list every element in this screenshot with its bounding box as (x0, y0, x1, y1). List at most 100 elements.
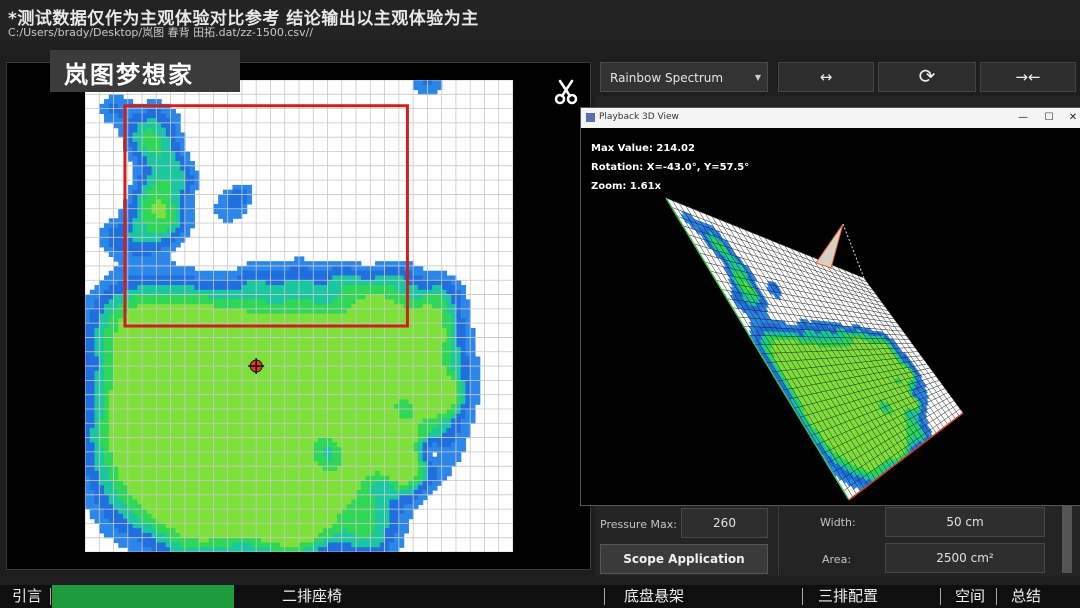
pressure-cell (232, 213, 238, 219)
pressure-cell (142, 299, 148, 305)
pressure-cell (241, 265, 248, 272)
pressure-cell (398, 413, 405, 420)
pressure-cell (384, 437, 390, 443)
pressure-cell (127, 227, 134, 234)
pressure-cell (184, 399, 191, 405)
pressure-cell (441, 351, 448, 358)
pressure-cell (303, 370, 310, 377)
pressure-cell (227, 351, 234, 358)
pressure-cell (270, 265, 276, 272)
pressure-cell (175, 509, 181, 515)
pressure-cell (474, 366, 481, 372)
pressure-cell (199, 399, 205, 405)
pressure-cell (260, 327, 267, 334)
pressure-cell (327, 308, 333, 315)
pressure-cell (299, 270, 305, 277)
pressure-cell (375, 509, 381, 515)
pressure-cell (118, 509, 124, 515)
pressure-cell (232, 308, 238, 315)
pressure-cell (403, 366, 409, 372)
pressure-cell (427, 313, 433, 319)
pressure-cell (460, 285, 467, 291)
pressure-cell (184, 151, 191, 157)
pressure-cell (384, 494, 390, 501)
pressure-cell (85, 413, 91, 420)
pressure-cell (142, 151, 148, 157)
pressure-cell (384, 380, 390, 386)
pressure-cell (113, 256, 119, 262)
pressure-cell (398, 380, 405, 386)
pressure-cell (213, 285, 219, 291)
pressure-cell (289, 451, 295, 458)
pressure-cell (246, 342, 253, 348)
pressure-cell (203, 327, 210, 334)
pressure-cell (113, 242, 119, 248)
pressure-cell (156, 356, 162, 362)
pressure-cell (313, 280, 319, 286)
pressure-heatmap[interactable] (85, 80, 513, 552)
pressure-cell (303, 499, 310, 505)
pressure-cell (99, 523, 105, 529)
pressure-cell (256, 270, 262, 277)
pressure-cell (156, 494, 162, 501)
pressure-cell (127, 265, 134, 272)
pressure-cell (189, 184, 195, 191)
pressure-cell (284, 528, 291, 534)
pressure-cell (455, 451, 462, 458)
pressure-cell (170, 451, 176, 458)
pressure-cell (398, 456, 405, 463)
pressure-cell (256, 399, 262, 405)
pressure-cell (156, 327, 162, 334)
pressure-cell (213, 327, 219, 334)
pressure-cell (199, 308, 205, 315)
pressure-cell (146, 385, 153, 391)
pressure-cell (170, 413, 176, 420)
pressure-cell (275, 337, 281, 343)
pressure-cell (213, 294, 219, 300)
pressure-cell (303, 456, 310, 463)
pressure-cell (161, 223, 167, 229)
pressure-cell (199, 380, 205, 386)
pressure-cell (270, 366, 276, 372)
pressure-cell (161, 256, 167, 262)
pressure-cell (370, 313, 376, 319)
pressure-cell (161, 370, 167, 377)
pressure-cell (417, 294, 424, 300)
pressure-cell (327, 499, 333, 505)
pressure-cell (189, 528, 195, 534)
pressure-cell (403, 513, 409, 520)
pressure-cell (104, 451, 110, 458)
pressure-cell (146, 280, 153, 286)
pressure-cell (232, 285, 238, 291)
pressure-cell (289, 280, 295, 286)
pressure-cell (289, 270, 295, 277)
pressure-cell (127, 156, 134, 162)
pressure-cell (142, 180, 148, 186)
pressure-cell (417, 270, 424, 277)
pressure-cell (142, 242, 148, 248)
pressure-cell (375, 313, 381, 319)
pressure-cell (384, 442, 390, 448)
pressure-cell (441, 285, 448, 291)
pressure-cell (370, 480, 376, 486)
pressure-cell (417, 394, 424, 401)
pressure-cell (142, 413, 148, 420)
pressure-cell (146, 342, 153, 348)
pressure-cell (299, 423, 305, 429)
pressure-cell (303, 408, 310, 415)
pressure-cell (318, 313, 324, 319)
pressure-cell (170, 127, 176, 134)
pressure-cell (161, 451, 167, 458)
pressure-cell (446, 342, 452, 348)
pressure-cell (460, 442, 467, 448)
pressure-cell (189, 385, 195, 391)
pressure-cell (303, 523, 310, 529)
pressure-cell (99, 323, 105, 329)
pressure-cell (146, 165, 153, 172)
pressure-cell (299, 351, 305, 358)
pressure-cell (132, 351, 138, 358)
pressure-cell (470, 327, 476, 334)
pressure-cell (375, 480, 381, 486)
pressure-cell (432, 437, 438, 443)
pressure-cell (132, 270, 138, 277)
